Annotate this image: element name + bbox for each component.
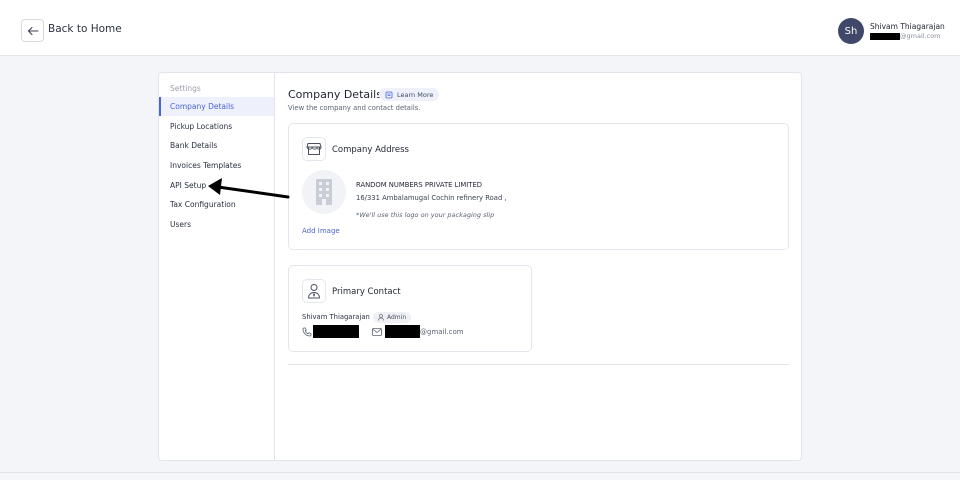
role-label: Admin [387,314,407,321]
company-address-card: Company Address RANDOM NUMBERS PRIVATE L… [288,123,789,250]
page-title: Company Details [288,88,382,101]
contact-email-domain: @gmail.com [420,327,464,336]
settings-panel: Settings Company Details Pickup Location… [158,72,802,461]
contact-name: Shivam Thiagarajan [302,313,370,321]
sidebar-item-invoices-templates[interactable]: Invoices Templates [159,156,274,175]
company-address-title: Company Address [332,145,409,155]
store-icon [302,137,326,161]
avatar[interactable]: Sh [838,18,864,44]
logo-note: *We'll use this logo on your packaging s… [356,211,495,219]
back-to-home-link[interactable]: Back to Home [48,23,122,35]
settings-sidebar: Settings Company Details Pickup Location… [159,73,275,460]
user-tie-icon [302,279,326,303]
sidebar-item-users[interactable]: Users [159,215,274,234]
learn-more-button[interactable]: Learn More [379,88,440,101]
sidebar-item-api-setup[interactable]: API Setup [159,176,274,195]
company-address: 16/331 Ambalamugal Cochin refinery Road … [356,194,507,202]
sidebar-item-label: Bank Details [170,141,218,150]
sidebar-item-tax-configuration[interactable]: Tax Configuration [159,195,274,214]
company-name: RANDOM NUMBERS PRIVATE LIMITED [356,181,482,189]
role-badge: Admin [373,312,412,323]
building-icon [316,179,332,205]
top-bar: Back to Home Sh Shivam Thiagarajan @gmai… [0,0,960,56]
redacted-email-part [385,325,420,338]
sidebar-item-label: API Setup [170,181,207,190]
user-email: @gmail.com [870,32,941,40]
company-logo-placeholder[interactable] [302,170,346,214]
sidebar-item-label: Invoices Templates [170,161,242,170]
book-icon [385,91,393,98]
arrow-left-icon [27,26,39,35]
learn-more-label: Learn More [397,90,434,99]
sidebar-item-bank-details[interactable]: Bank Details [159,136,274,155]
user-email-domain: @gmail.com [900,32,941,40]
phone-icon [302,327,312,336]
sidebar-item-label: Tax Configuration [170,200,236,209]
primary-contact-card: Primary Contact Shivam Thiagarajan Admin [288,265,532,352]
page-subtitle: View the company and contact details. [288,104,421,112]
sidebar-item-label: Users [170,220,192,229]
redacted-email-part [870,32,900,40]
user-icon [378,314,384,321]
redacted-phone [313,325,359,338]
mail-icon [372,327,382,336]
back-button[interactable] [21,19,44,42]
sidebar-heading: Settings [170,84,201,93]
add-image-link[interactable]: Add Image [302,227,340,235]
primary-contact-title: Primary Contact [332,287,401,297]
contact-phone [302,325,359,338]
divider [288,364,789,365]
contact-email: @gmail.com [372,325,464,338]
main-content: Company Details Learn More View the comp… [275,73,801,460]
footer-divider [0,472,960,473]
sidebar-item-label: Pickup Locations [170,122,233,131]
sidebar-item-label: Company Details [170,102,235,111]
sidebar-item-company-details[interactable]: Company Details [159,97,274,116]
user-name: Shivam Thiagarajan [870,22,945,31]
sidebar-item-pickup-locations[interactable]: Pickup Locations [159,117,274,136]
